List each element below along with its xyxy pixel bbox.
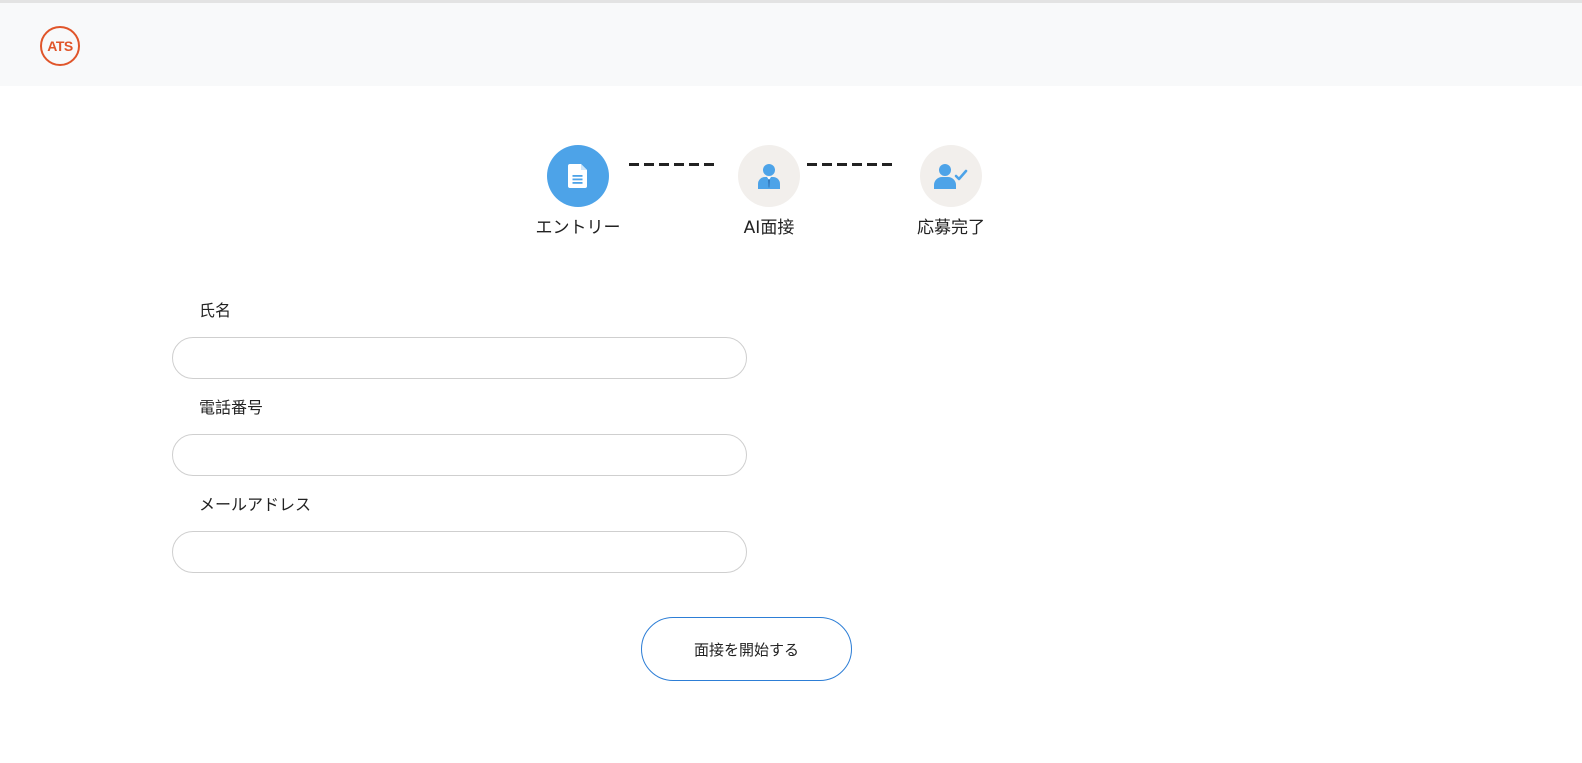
name-label: 氏名 (199, 301, 232, 320)
email-input[interactable] (172, 531, 747, 573)
step-complete-circle (920, 145, 982, 207)
ats-logo[interactable]: ATS (40, 26, 80, 66)
user-check-icon (934, 164, 968, 189)
step-interview-label: AI面接 (743, 218, 795, 238)
logo-text: ATS (47, 38, 73, 54)
step-connector-1 (629, 163, 719, 166)
start-interview-button[interactable]: 面接を開始する (641, 617, 852, 681)
step-complete-label: 応募完了 (917, 218, 985, 238)
step-connector-2 (807, 163, 897, 166)
page: ATS エントリー AI面接 応募完了 氏名 電話番号 メールアドレス 面接を開… (0, 0, 1582, 763)
step-entry-label: エントリー (535, 218, 621, 238)
phone-label: 電話番号 (199, 398, 264, 417)
phone-input[interactable] (172, 434, 747, 476)
email-label: メールアドレス (199, 495, 312, 514)
name-input[interactable] (172, 337, 747, 379)
step-entry-circle (547, 145, 609, 207)
header: ATS (0, 3, 1582, 86)
interviewer-icon (758, 164, 780, 189)
document-icon (568, 164, 587, 188)
step-interview-circle (738, 145, 800, 207)
